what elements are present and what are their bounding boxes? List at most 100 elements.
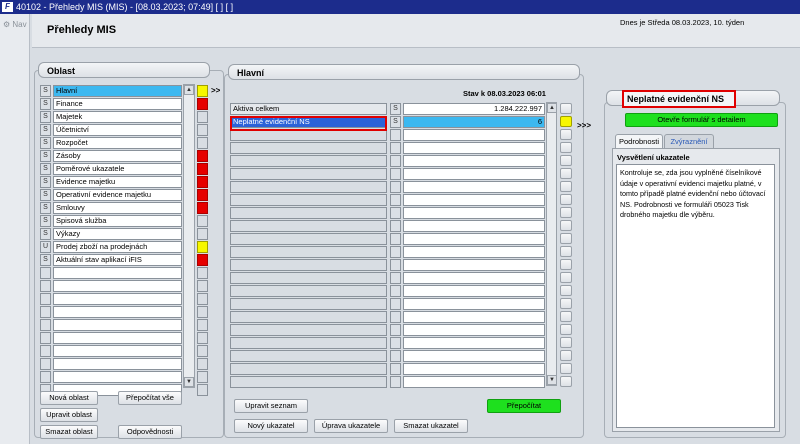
oblast-status-indicator[interactable] [197,371,208,383]
oblast-status-indicator[interactable] [197,293,208,305]
oblast-scroll-up[interactable]: ▲ [184,85,194,95]
indicator-name[interactable] [230,350,387,362]
oblast-item[interactable]: Výkazy [53,228,182,240]
oblast-status-indicator[interactable] [197,137,208,149]
oblast-item[interactable]: Účetnictví [53,124,182,136]
oblast-item[interactable]: Operativní evidence majetku [53,189,182,201]
indicator-name[interactable] [230,168,387,180]
oblast-status-indicator[interactable] [197,163,208,175]
oblast-item[interactable]: Evidence majetku [53,176,182,188]
responsibilities-button[interactable]: Odpovědnosti [118,425,182,439]
oblast-status-indicator[interactable] [197,332,208,344]
oblast-item[interactable] [53,358,182,370]
oblast-status-indicator[interactable] [197,345,208,357]
indicator-name[interactable] [230,220,387,232]
indicator-scroll-up[interactable]: ▲ [547,103,557,113]
oblast-status-indicator[interactable] [197,241,208,253]
indicator-name[interactable] [230,337,387,349]
edit-list-button[interactable]: Upravit seznam [234,399,308,413]
indicator-detail-button[interactable] [560,220,572,231]
indicator-name[interactable] [230,324,387,336]
oblast-item[interactable]: Spisová služba [53,215,182,227]
indicator-name[interactable] [230,181,387,193]
oblast-status-indicator[interactable] [197,280,208,292]
oblast-status-indicator[interactable] [197,150,208,162]
oblast-status-indicator[interactable] [197,111,208,123]
edit-indicator-button[interactable]: Úprava ukazatele [314,419,388,433]
oblast-status-indicator[interactable] [197,319,208,331]
open-detail-button[interactable]: Otevře formulář s detailem [625,113,778,127]
indicator-detail-button[interactable] [560,194,572,205]
oblast-item[interactable] [53,371,182,383]
indicator-detail-button[interactable] [560,103,572,114]
oblast-item[interactable] [53,319,182,331]
indicator-name[interactable] [230,311,387,323]
oblast-status-indicator[interactable] [197,306,208,318]
new-indicator-button[interactable]: Nový ukazatel [234,419,308,433]
oblast-item[interactable]: Smlouvy [53,202,182,214]
indicator-detail-button[interactable] [560,129,572,140]
oblast-item[interactable]: Zásoby [53,150,182,162]
indicator-name[interactable] [230,363,387,375]
indicator-name[interactable] [230,285,387,297]
indicator-detail-button[interactable] [560,363,572,374]
oblast-item[interactable]: Aktuální stav aplikací iFIS [53,254,182,266]
oblast-status-indicator[interactable] [197,98,208,110]
indicator-detail-button[interactable] [560,337,572,348]
oblast-status-indicator[interactable] [197,254,208,266]
oblast-scroll-down[interactable]: ▼ [184,377,194,387]
oblast-status-indicator[interactable] [197,384,208,396]
indicator-name[interactable] [230,246,387,258]
indicator-name[interactable] [230,259,387,271]
recalc-all-button[interactable]: Přepočítat vše [118,391,182,405]
indicator-name[interactable] [230,298,387,310]
oblast-scrollbar[interactable] [183,84,195,388]
indicator-name[interactable]: Aktiva celkem [230,103,387,115]
oblast-item[interactable]: Poměrové ukazatele [53,163,182,175]
indicator-name[interactable] [230,155,387,167]
oblast-item[interactable]: Prodej zboží na prodejnách [53,241,182,253]
delete-area-button[interactable]: Smazat oblast [40,425,98,439]
new-area-button[interactable]: Nová oblast [40,391,98,405]
oblast-status-indicator[interactable] [197,228,208,240]
indicator-detail-button[interactable] [560,116,572,127]
oblast-status-indicator[interactable] [197,176,208,188]
oblast-item[interactable] [53,332,182,344]
oblast-status-indicator[interactable] [197,358,208,370]
indicator-name[interactable] [230,194,387,206]
oblast-status-indicator[interactable] [197,189,208,201]
indicator-detail-button[interactable] [560,298,572,309]
indicator-detail-button[interactable] [560,259,572,270]
indicator-detail-button[interactable] [560,207,572,218]
oblast-item[interactable] [53,267,182,279]
indicator-detail-button[interactable] [560,246,572,257]
oblast-status-indicator[interactable] [197,85,208,97]
indicator-detail-button[interactable] [560,168,572,179]
indicator-scroll-down[interactable]: ▼ [547,375,557,385]
indicator-detail-button[interactable] [560,181,572,192]
indicator-name[interactable] [230,272,387,284]
oblast-status-indicator[interactable] [197,202,208,214]
indicator-name[interactable] [230,376,387,388]
delete-indicator-button[interactable]: Smazat ukazatel [394,419,468,433]
indicator-name[interactable] [230,207,387,219]
oblast-item[interactable]: Rozpočet [53,137,182,149]
oblast-item[interactable]: Finance [53,98,182,110]
indicator-detail-button[interactable] [560,324,572,335]
indicator-detail-button[interactable] [560,285,572,296]
oblast-status-indicator[interactable] [197,124,208,136]
indicator-detail-button[interactable] [560,272,572,283]
indicator-name[interactable] [230,233,387,245]
oblast-status-indicator[interactable] [197,215,208,227]
indicator-detail-button[interactable] [560,311,572,322]
oblast-status-indicator[interactable] [197,267,208,279]
indicator-detail-button[interactable] [560,350,572,361]
indicator-scrollbar[interactable] [546,102,557,386]
oblast-item[interactable] [53,280,182,292]
tab-highlighting[interactable]: Zvýraznění [664,134,714,148]
oblast-item[interactable] [53,293,182,305]
indicator-detail-button[interactable] [560,376,572,387]
indicator-detail-button[interactable] [560,233,572,244]
nav-button[interactable]: ⚙ Nav [3,20,27,29]
indicator-detail-button[interactable] [560,155,572,166]
